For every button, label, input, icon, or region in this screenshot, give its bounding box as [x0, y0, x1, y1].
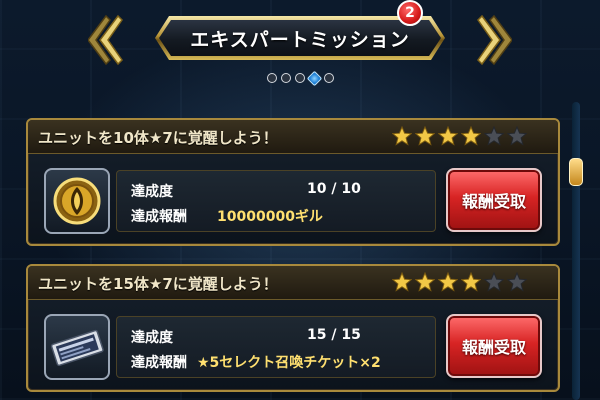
star-filled-icon: [392, 126, 412, 146]
header: エキスパートミッション 2: [0, 0, 600, 100]
page-dot[interactable]: [280, 73, 291, 83]
difficulty-stars: [392, 272, 527, 292]
star-empty-icon: [507, 126, 527, 146]
mission-title: ユニットを10体★7に覚醒しよう！: [38, 129, 278, 147]
gil-coin-icon: [53, 177, 101, 225]
previous-page-arrow-icon[interactable]: [87, 10, 132, 70]
page-indicator[interactable]: [258, 70, 342, 86]
reward-label: 達成報酬: [131, 355, 187, 371]
next-page-arrow-icon[interactable]: [468, 10, 513, 70]
page-dot-active[interactable]: [306, 70, 322, 86]
star-filled-icon: [461, 126, 481, 146]
star-filled-icon: [461, 272, 481, 292]
star-empty-icon: [507, 272, 527, 292]
difficulty-stars: [392, 126, 527, 146]
summon-ticket-icon: [50, 329, 104, 367]
star-filled-icon: [438, 126, 458, 146]
star-empty-icon: [484, 272, 504, 292]
star-filled-icon: [392, 272, 412, 292]
mission-card: ユニットを10体★7に覚醒しよう！ 達成度 10 / 10 達成報酬 10000…: [26, 118, 560, 246]
expert-mission-screen: エキスパートミッション 2 ユニットを10体★7に覚醒しよう！ 達成度 10 /…: [0, 0, 600, 400]
reward-icon-frame[interactable]: [44, 314, 110, 380]
mission-card: ユニットを15体★7に覚醒しよう！ 達成度 15 / 15 達成報酬 ★5セレク…: [26, 264, 560, 392]
progress-value: 10 / 10: [307, 181, 361, 197]
notification-badge: 2: [397, 0, 423, 26]
reward-value: ★5セレクト召喚チケット×2: [197, 355, 381, 371]
page-dot[interactable]: [266, 73, 277, 83]
progress-label: 達成度: [131, 184, 173, 200]
scrollbar-track[interactable]: [572, 102, 580, 400]
progress-value: 15 / 15: [307, 327, 361, 343]
mission-header: ユニットを10体★7に覚醒しよう！: [28, 120, 558, 154]
mission-title: ユニットを15体★7に覚醒しよう！: [38, 275, 278, 293]
mission-info: 達成度 10 / 10 達成報酬 10000000ギル: [116, 170, 436, 232]
reward-label: 達成報酬: [131, 209, 187, 225]
claim-reward-button[interactable]: 報酬受取: [446, 314, 542, 378]
page-dot[interactable]: [323, 73, 334, 83]
page-dot[interactable]: [294, 73, 305, 83]
title-plate: エキスパートミッション: [159, 20, 441, 56]
star-filled-icon: [415, 272, 435, 292]
mission-info: 達成度 15 / 15 達成報酬 ★5セレクト召喚チケット×2: [116, 316, 436, 378]
reward-icon-frame[interactable]: [44, 168, 110, 234]
reward-value: 10000000ギル: [217, 209, 323, 225]
star-filled-icon: [438, 272, 458, 292]
progress-label: 達成度: [131, 330, 173, 346]
star-filled-icon: [415, 126, 435, 146]
mission-list[interactable]: ユニットを10体★7に覚醒しよう！ 達成度 10 / 10 達成報酬 10000…: [26, 114, 566, 400]
mission-header: ユニットを15体★7に覚醒しよう！: [28, 266, 558, 300]
page-title: エキスパートミッション: [190, 28, 410, 51]
claim-reward-button[interactable]: 報酬受取: [446, 168, 542, 232]
scrollbar-thumb[interactable]: [569, 158, 583, 186]
star-empty-icon: [484, 126, 504, 146]
